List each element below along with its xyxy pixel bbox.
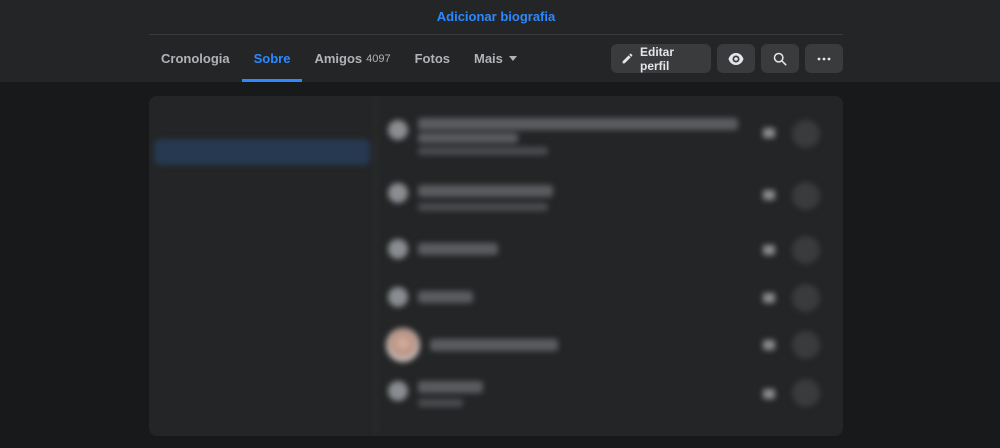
about-menu-item[interactable] — [154, 139, 370, 165]
eye-icon — [728, 52, 744, 65]
avatar — [386, 328, 420, 362]
location-icon — [388, 287, 408, 307]
detail-options-button[interactable] — [792, 379, 820, 407]
edit-profile-button[interactable]: Editar perfil — [611, 44, 711, 73]
detail-subtext — [418, 203, 548, 211]
about-menu-item[interactable] — [154, 306, 370, 332]
detail-row — [376, 114, 843, 155]
profile-actions: Editar perfil — [611, 44, 843, 73]
detail-text — [418, 243, 498, 255]
detail-options-button[interactable] — [792, 120, 820, 148]
detail-row — [376, 328, 843, 368]
detail-options-button[interactable] — [792, 236, 820, 264]
detail-subtext — [418, 147, 548, 155]
tab-about[interactable]: Sobre — [241, 35, 303, 82]
view-as-button[interactable] — [717, 44, 755, 73]
tab-photos[interactable]: Fotos — [403, 35, 462, 82]
detail-text — [418, 291, 473, 303]
detail-text — [418, 118, 738, 130]
tab-label: Fotos — [414, 51, 450, 66]
detail-row — [376, 236, 843, 276]
add-bio-link[interactable]: Adicionar biografia — [0, 9, 992, 24]
detail-text — [430, 339, 558, 351]
friends-count: 4097 — [366, 52, 391, 65]
tab-timeline[interactable]: Cronologia — [149, 35, 242, 82]
privacy-icon — [763, 128, 775, 138]
detail-options-button[interactable] — [792, 284, 820, 312]
tab-label: Cronologia — [161, 51, 230, 66]
about-menu-item[interactable] — [154, 339, 370, 365]
detail-text — [418, 133, 518, 143]
detail-text — [418, 381, 483, 393]
privacy-icon — [763, 293, 775, 303]
tab-more[interactable]: Mais — [462, 35, 529, 82]
about-sidebar-title — [159, 108, 163, 125]
privacy-icon — [763, 245, 775, 255]
more-options-button[interactable] — [805, 44, 843, 73]
detail-row — [376, 284, 843, 324]
detail-options-button[interactable] — [792, 182, 820, 210]
about-menu-item[interactable] — [154, 273, 370, 299]
profile-header: Adicionar biografia Cronologia Sobre Ami… — [0, 0, 1000, 82]
detail-text — [418, 185, 553, 197]
profile-tabs: Cronologia Sobre Amigos 4097 Fotos Mais — [149, 35, 529, 82]
ellipsis-icon — [817, 57, 831, 61]
privacy-icon — [763, 340, 775, 350]
about-menu-item[interactable] — [154, 173, 370, 199]
about-card — [149, 96, 843, 436]
privacy-icon — [763, 190, 775, 200]
about-menu-item[interactable] — [154, 206, 370, 232]
detail-options-button[interactable] — [792, 331, 820, 359]
search-button[interactable] — [761, 44, 799, 73]
tab-label: Amigos — [314, 51, 363, 66]
education-icon — [388, 183, 408, 203]
pencil-icon — [621, 52, 634, 65]
home-icon — [388, 239, 408, 259]
tab-label: Mais — [474, 51, 503, 66]
chevron-down-icon — [508, 56, 517, 61]
about-menu-item[interactable] — [154, 239, 370, 265]
edit-profile-label: Editar perfil — [640, 44, 675, 73]
detail-subtext — [418, 399, 463, 407]
detail-row — [376, 181, 843, 221]
detail-row — [376, 379, 843, 419]
phone-icon — [388, 381, 408, 401]
about-sidebar — [149, 96, 376, 436]
tab-label: Sobre — [253, 51, 291, 66]
work-icon — [388, 120, 408, 140]
privacy-icon — [763, 389, 775, 399]
search-icon — [773, 52, 787, 66]
tab-friends[interactable]: Amigos 4097 — [302, 35, 402, 82]
about-details — [376, 96, 843, 436]
